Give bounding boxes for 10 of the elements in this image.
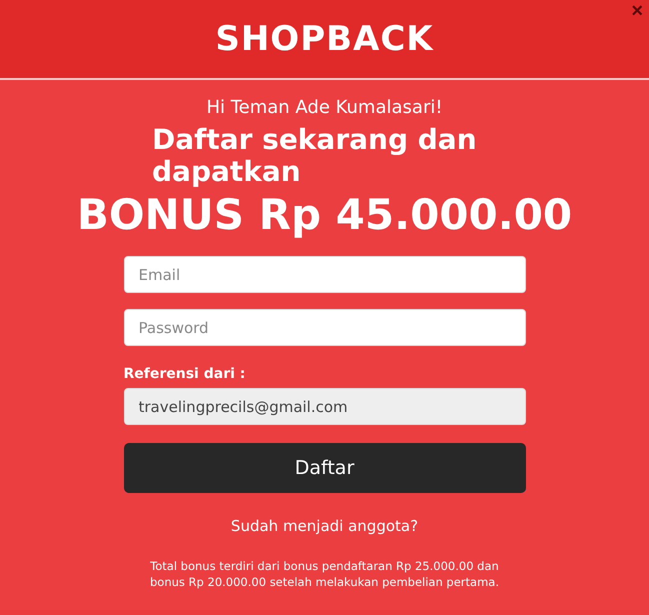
submit-button[interactable]: Daftar <box>124 443 526 493</box>
input-field[interactable]: Email <box>124 256 526 293</box>
field-label: Referensi dari : <box>124 365 246 384</box>
heading-text: Daftar sekarang dan dapatkan <box>152 124 478 188</box>
login-link[interactable]: Sudah menjadi anggota? <box>230 515 418 537</box>
bonus-text: BONUS Rp 45.000.00 <box>76 190 572 240</box>
greeting-text: Hi Teman Ade Kumalasari! <box>206 96 443 120</box>
input-field[interactable]: Password <box>124 309 526 346</box>
footnote-text: Total bonus terdiri dari bonus pendaftaran Rp 25.000.00 dan bonus Rp 20.000.00 setelah melakukan pembelian pertama. <box>149 558 500 590</box>
logo: SHOPBACK <box>215 19 434 59</box>
